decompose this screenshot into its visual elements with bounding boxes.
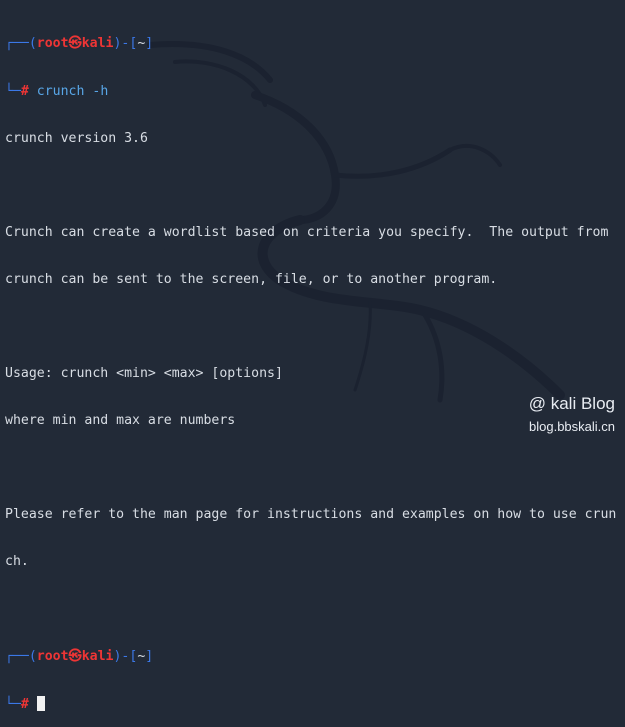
output-line: crunch can be sent to the screen, file, … <box>5 271 498 287</box>
prompt-host: kali <box>81 648 114 664</box>
command-text: crunch -h <box>36 83 109 99</box>
prompt-line-2: ┌──(root㉿kali)-[~] <box>5 648 154 664</box>
watermark-title: @ kali Blog <box>528 394 615 413</box>
terminal-output[interactable]: ┌──(root㉿kali)-[~] └─# crunch -h crunch … <box>5 5 620 727</box>
prompt-user: root <box>36 648 69 664</box>
output-line: Please refer to the man page for instruc… <box>5 507 617 523</box>
prompt-host: kali <box>81 36 114 52</box>
prompt-hash: # <box>20 83 29 99</box>
prompt-line-1: ┌──(root㉿kali)-[~] <box>5 36 154 52</box>
prompt-at-symbol: ㉿ <box>68 648 82 664</box>
output-line: Usage: crunch <min> <max> [options] <box>5 366 283 382</box>
text-cursor[interactable] <box>36 695 45 711</box>
prompt-dir: ~ <box>137 648 146 664</box>
watermark-url: blog.bbskali.cn <box>529 419 615 434</box>
prompt-hash: # <box>20 696 29 712</box>
blog-watermark: @ kali Blog blog.bbskali.cn <box>527 393 615 436</box>
input-line[interactable]: └─# <box>5 695 620 712</box>
output-line: crunch version 3.6 <box>5 130 148 146</box>
prompt-at-symbol: ㉿ <box>68 36 82 52</box>
output-line: ch. <box>5 554 29 570</box>
prompt-user: root <box>36 36 69 52</box>
output-line: Crunch can create a wordlist based on cr… <box>5 224 609 240</box>
command-line: └─# crunch -h <box>5 83 109 99</box>
